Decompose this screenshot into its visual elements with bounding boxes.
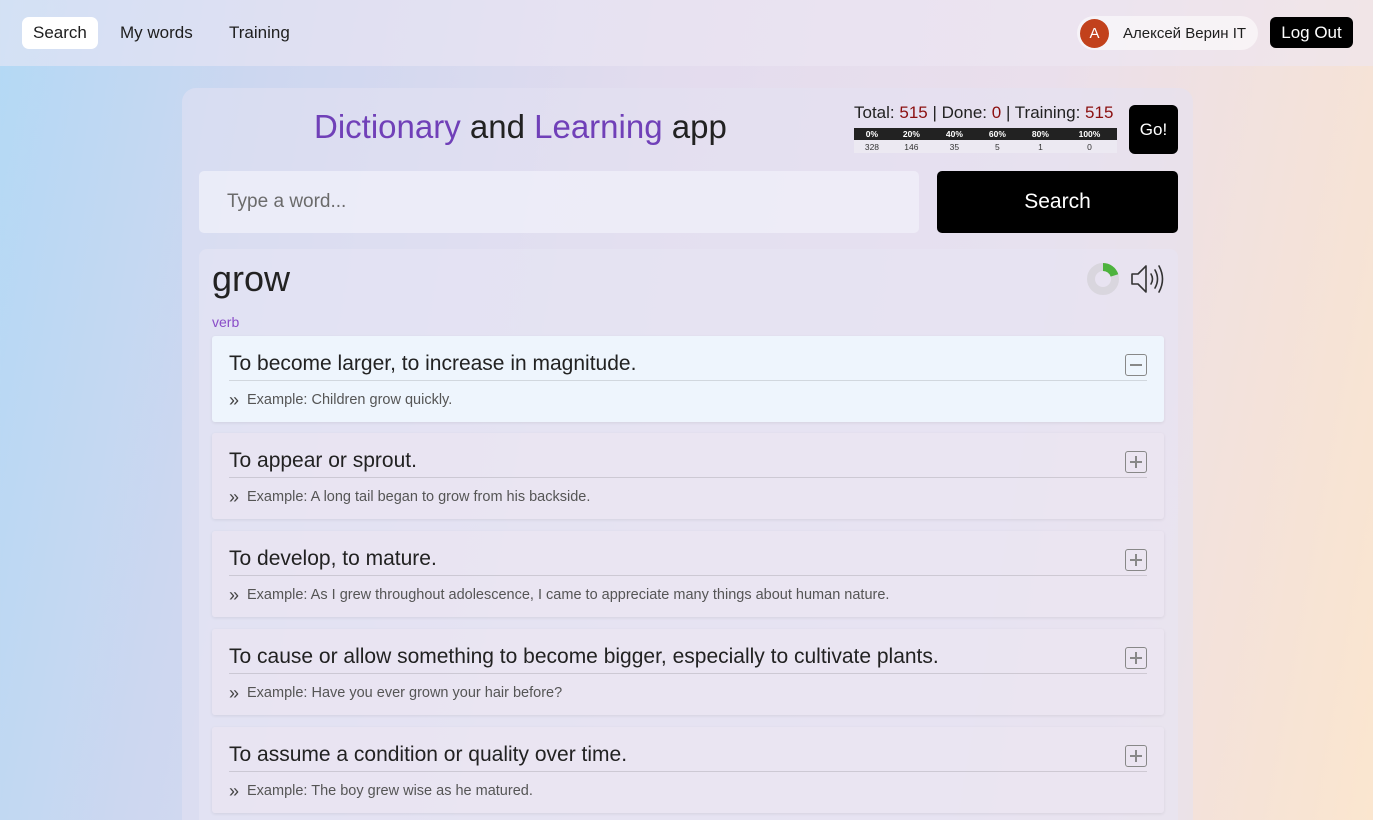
- expand-icon[interactable]: [1125, 647, 1147, 669]
- progress-count: 1: [1018, 140, 1062, 153]
- expand-icon[interactable]: [1125, 745, 1147, 767]
- progress-header: 20%: [889, 128, 933, 140]
- avatar: A: [1080, 18, 1109, 48]
- search-button[interactable]: Search: [937, 171, 1178, 233]
- training-label: Training:: [1014, 103, 1081, 122]
- top-nav: Search My words Training A Алексей Верин…: [0, 0, 1373, 66]
- title-word-dictionary: Dictionary: [314, 108, 461, 145]
- example-marker-icon: »: [229, 585, 240, 605]
- learning-progress-icon: [1087, 263, 1119, 295]
- word-stats: Total: 515 | Done: 0 | Training: 515: [854, 103, 1113, 123]
- tab-my-words[interactable]: My words: [109, 17, 204, 49]
- speaker-icon[interactable]: [1129, 262, 1167, 296]
- done-count: 0: [991, 103, 1002, 122]
- title-word-learning: Learning: [534, 108, 663, 145]
- progress-header: 60%: [975, 128, 1019, 140]
- divider: [229, 477, 1147, 478]
- divider: [229, 771, 1147, 772]
- definition-item[interactable]: To appear or sprout. » Example: A long ta…: [212, 433, 1164, 519]
- stats-separator: |: [932, 103, 937, 122]
- progress-header: 100%: [1061, 128, 1117, 140]
- tab-training[interactable]: Training: [218, 17, 301, 49]
- progress-header: 40%: [932, 128, 976, 140]
- example-text: Example: Children grow quickly.: [247, 392, 453, 408]
- page-title: Dictionary and Learning app: [314, 108, 727, 146]
- definition-example: » Example: Children grow quickly.: [229, 388, 453, 410]
- definition-item[interactable]: To assume a condition or quality over ti…: [212, 727, 1164, 813]
- definition-item[interactable]: To become larger, to increase in magnitu…: [212, 336, 1164, 422]
- user-name: Алексей Верин IT: [1123, 24, 1247, 42]
- progress-count: 146: [889, 140, 933, 153]
- collapse-icon[interactable]: [1125, 354, 1147, 376]
- definition-item[interactable]: To develop, to mature. » Example: As I gr…: [212, 531, 1164, 617]
- go-training-button[interactable]: Go!: [1129, 105, 1178, 154]
- definition-text: To develop, to mature.: [229, 547, 437, 570]
- tab-search[interactable]: Search: [22, 17, 98, 49]
- search-input[interactable]: [199, 171, 919, 233]
- expand-icon[interactable]: [1125, 451, 1147, 473]
- word-heading: grow: [212, 258, 291, 299]
- example-text: Example: Have you ever grown your hair b…: [247, 685, 563, 701]
- progress-distribution-table: 0% 20% 40% 60% 80% 100% 328 146 35 5 1 0: [854, 128, 1117, 153]
- progress-header: 80%: [1018, 128, 1062, 140]
- definition-text: To become larger, to increase in magnitu…: [229, 352, 637, 375]
- definition-text: To assume a condition or quality over ti…: [229, 743, 628, 766]
- example-text: Example: As I grew throughout adolescenc…: [247, 587, 890, 603]
- logout-button[interactable]: Log Out: [1270, 17, 1353, 48]
- part-of-speech: verb: [212, 314, 240, 330]
- definition-example: » Example: Have you ever grown your hair …: [229, 681, 563, 703]
- title-word-and: and: [469, 108, 525, 145]
- example-marker-icon: »: [229, 390, 240, 410]
- user-menu[interactable]: A Алексей Верин IT: [1077, 16, 1258, 50]
- progress-count: 5: [975, 140, 1019, 153]
- example-marker-icon: »: [229, 683, 240, 703]
- definition-example: » Example: A long tail began to grow from…: [229, 485, 591, 507]
- definition-text: To cause or allow something to become bi…: [229, 645, 939, 668]
- divider: [229, 380, 1147, 381]
- progress-count: 35: [932, 140, 976, 153]
- total-label: Total:: [854, 103, 895, 122]
- definition-item[interactable]: To cause or allow something to become bi…: [212, 629, 1164, 715]
- progress-header: 0%: [854, 128, 890, 140]
- example-marker-icon: »: [229, 487, 240, 507]
- definition-example: » Example: The boy grew wise as he mature…: [229, 779, 533, 801]
- example-text: Example: A long tail began to grow from …: [247, 489, 591, 505]
- total-count: 515: [899, 103, 928, 122]
- definition-example: » Example: As I grew throughout adolescen…: [229, 583, 890, 605]
- training-count: 515: [1085, 103, 1114, 122]
- title-word-app: app: [671, 108, 727, 145]
- example-text: Example: The boy grew wise as he matured…: [247, 783, 533, 799]
- divider: [229, 575, 1147, 576]
- progress-count: 328: [854, 140, 890, 153]
- progress-count: 0: [1061, 140, 1117, 153]
- example-marker-icon: »: [229, 781, 240, 801]
- divider: [229, 673, 1147, 674]
- definition-text: To appear or sprout.: [229, 449, 417, 472]
- stats-separator: |: [1005, 103, 1011, 122]
- done-label: Done:: [941, 103, 988, 122]
- expand-icon[interactable]: [1125, 549, 1147, 571]
